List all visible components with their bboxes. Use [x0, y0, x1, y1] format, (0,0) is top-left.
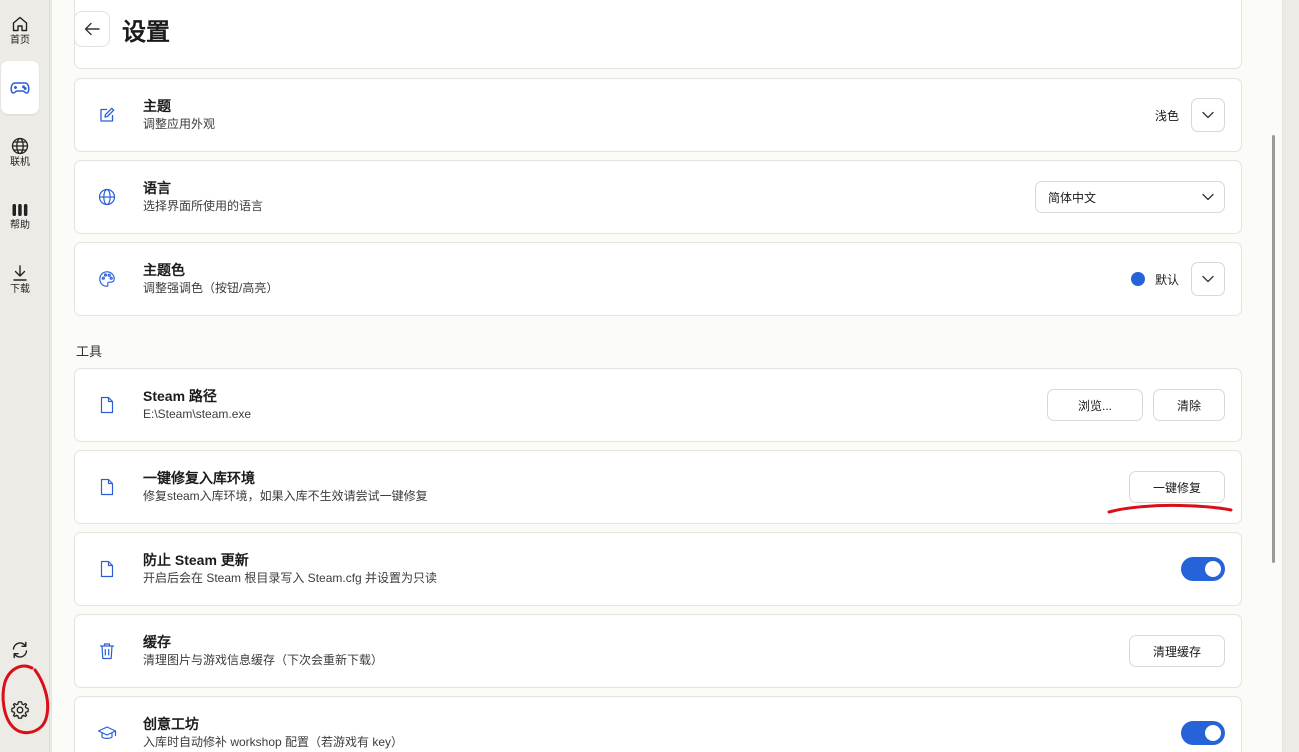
home-icon [12, 16, 28, 31]
setting-title: 一键修复入库环境 [143, 470, 255, 486]
language-control: 简体中文 [1035, 181, 1225, 213]
nav-item-label: 联机 [10, 156, 30, 168]
cache-control: 清理缓存 [1129, 635, 1225, 667]
chevron-down-icon [1202, 193, 1214, 201]
nav-item-download[interactable]: 下载 [0, 251, 40, 307]
block-update-control [1181, 557, 1225, 581]
scrollbar-thumb[interactable] [1272, 135, 1275, 563]
nav-item-label: 下载 [10, 283, 30, 295]
file-icon [97, 395, 117, 415]
steam-path-controls: 浏览... 清除 [1047, 389, 1225, 421]
settings-panel: 主题 调整应用外观 浅色 语言 选择界面所使用的语言 简体中文 主题色 调整强调… [51, 0, 1283, 752]
page-header: 设置 [74, 10, 170, 48]
chevron-down-icon [1202, 275, 1214, 283]
language-setting: 语言 选择界面所使用的语言 简体中文 [74, 160, 1242, 234]
setting-title: 创意工坊 [143, 716, 199, 732]
gear-icon [11, 701, 29, 719]
arrow-left-icon [84, 22, 100, 36]
nav-item-settings[interactable] [0, 682, 40, 738]
theme-value: 浅色 [1154, 108, 1179, 123]
setting-description: 调整应用外观 [143, 117, 216, 131]
nav-item-online[interactable]: 联机 [0, 124, 40, 180]
one-click-repair-button[interactable]: 一键修复 [1129, 471, 1225, 503]
globe-icon [97, 187, 117, 207]
accent-texts: 主题色 调整强调色（按钮/高亮） [143, 262, 278, 296]
language-select-value: 简体中文 [1048, 190, 1097, 205]
browse-button[interactable]: 浏览... [1047, 389, 1143, 421]
theme-setting: 主题 调整应用外观 浅色 [74, 78, 1242, 152]
toggle-knob [1205, 561, 1221, 577]
cache-setting: 缓存 清理图片与游戏信息缓存（下次会重新下载） 清理缓存 [74, 614, 1242, 688]
language-select[interactable]: 简体中文 [1035, 181, 1225, 213]
workshop-texts: 创意工坊 入库时自动修补 workshop 配置（若游戏有 key） [143, 716, 403, 750]
nav-item-games[interactable] [1, 61, 39, 114]
theme-dropdown-button[interactable] [1191, 98, 1225, 132]
steam-path-setting: Steam 路径 E:\Steam\steam.exe 浏览... 清除 [74, 368, 1242, 442]
theme-texts: 主题 调整应用外观 [143, 98, 215, 132]
window-edge [1283, 0, 1299, 752]
setting-title: 缓存 [143, 634, 171, 650]
accent-color-swatch [1130, 272, 1145, 286]
workshop-toggle[interactable] [1181, 721, 1225, 745]
nav-item-help[interactable]: 帮助 [0, 188, 40, 244]
cache-texts: 缓存 清理图片与游戏信息缓存（下次会重新下载） [143, 634, 383, 668]
setting-title: 防止 Steam 更新 [143, 552, 249, 568]
workshop-setting: 创意工坊 入库时自动修补 workshop 配置（若游戏有 key） [74, 696, 1242, 752]
setting-description: 开启后会在 Steam 根目录写入 Steam.cfg 并设置为只读 [143, 571, 438, 585]
chevron-down-icon [1202, 111, 1214, 119]
setting-title: 主题色 [143, 262, 185, 278]
download-icon [13, 264, 27, 281]
workshop-control [1181, 721, 1225, 745]
accent-dropdown-button[interactable] [1191, 262, 1225, 296]
setting-title: 主题 [143, 98, 171, 114]
nav-item-label: 首页 [10, 34, 30, 46]
setting-description: 入库时自动修补 workshop 配置（若游戏有 key） [143, 735, 404, 749]
steam-path-texts: Steam 路径 E:\Steam\steam.exe [143, 388, 251, 422]
steam-path-value: E:\Steam\steam.exe [143, 407, 252, 421]
repair-control: 一键修复 [1129, 471, 1225, 503]
setting-title: Steam 路径 [143, 388, 217, 404]
setting-title: 语言 [143, 180, 171, 196]
accent-control: 默认 [1130, 262, 1225, 296]
nav-item-home[interactable]: 首页 [0, 2, 40, 58]
trash-icon [97, 641, 117, 661]
block-update-texts: 防止 Steam 更新 开启后会在 Steam 根目录写入 Steam.cfg … [143, 552, 437, 586]
toggle-knob [1205, 725, 1221, 741]
sidebar: 首页 联机 帮助 下载 [0, 0, 50, 752]
file-icon [97, 559, 117, 579]
setting-description: 调整强调色（按钮/高亮） [143, 281, 279, 295]
sync-icon [12, 641, 28, 659]
nav-item-sync[interactable] [0, 622, 40, 678]
file-icon [97, 477, 117, 497]
setting-description: 选择界面所使用的语言 [143, 199, 264, 213]
settings-card-partial [74, 0, 1242, 69]
language-texts: 语言 选择界面所使用的语言 [143, 180, 263, 214]
accent-value: 默认 [1154, 272, 1179, 287]
repair-setting: 一键修复入库环境 修复steam入库环境，如果入库不生效请尝试一键修复 一键修复 [74, 450, 1242, 524]
theme-control: 浅色 [1155, 98, 1225, 132]
help-bars-icon [12, 203, 28, 216]
block-update-setting: 防止 Steam 更新 开启后会在 Steam 根目录写入 Steam.cfg … [74, 532, 1242, 606]
clear-cache-button[interactable]: 清理缓存 [1129, 635, 1225, 667]
page-title: 设置 [122, 18, 170, 46]
back-button[interactable] [74, 11, 110, 47]
nav-item-label: 帮助 [10, 219, 30, 231]
globe-icon [11, 137, 29, 154]
section-label-tools: 工具 [76, 344, 103, 359]
clear-button[interactable]: 清除 [1153, 389, 1225, 421]
block-update-toggle[interactable] [1181, 557, 1225, 581]
pen-square-icon [97, 105, 117, 125]
graduation-cap-icon [97, 723, 117, 743]
setting-description: 清理图片与游戏信息缓存（下次会重新下载） [143, 653, 384, 667]
setting-description: 修复steam入库环境，如果入库不生效请尝试一键修复 [143, 489, 428, 503]
palette-icon [97, 269, 117, 289]
gamepad-icon [10, 81, 30, 94]
repair-texts: 一键修复入库环境 修复steam入库环境，如果入库不生效请尝试一键修复 [143, 470, 428, 504]
accent-color-setting: 主题色 调整强调色（按钮/高亮） 默认 [74, 242, 1242, 316]
